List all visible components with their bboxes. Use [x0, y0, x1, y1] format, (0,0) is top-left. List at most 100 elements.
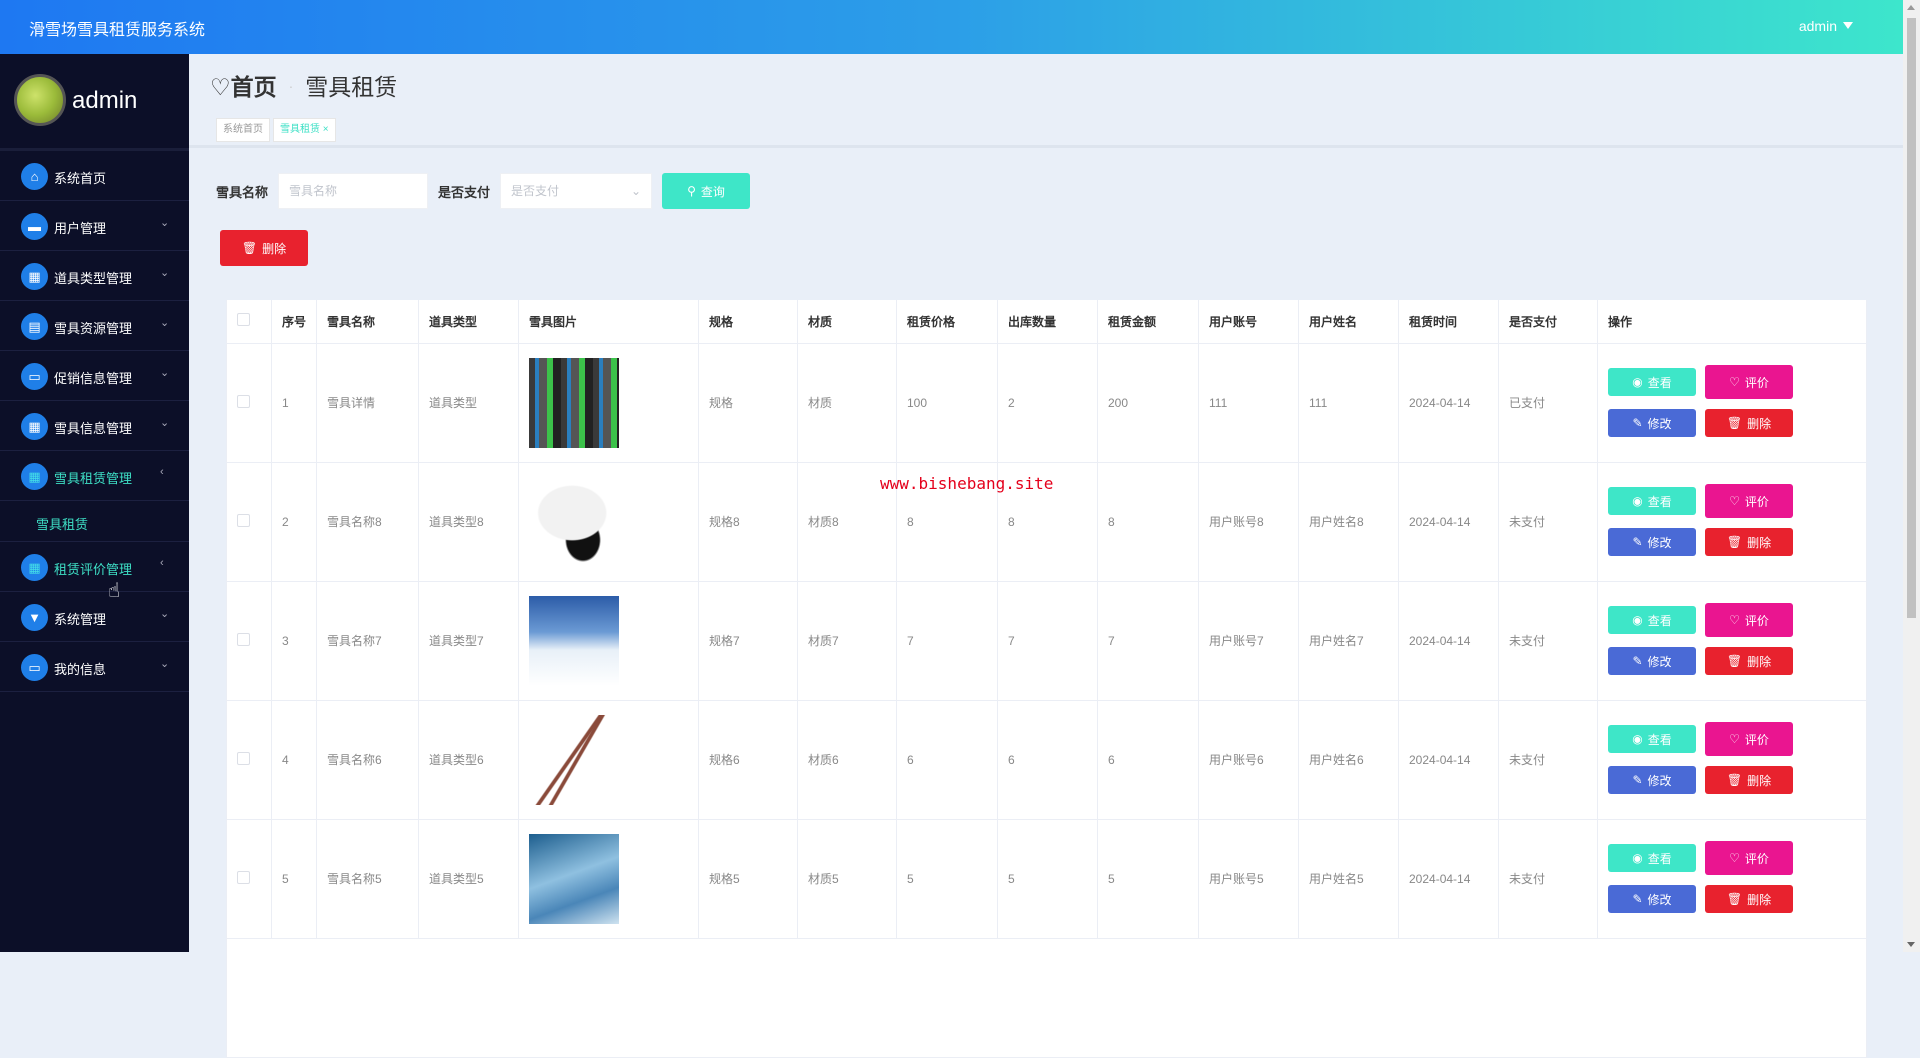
edit-button[interactable]: ✎ 修改	[1608, 766, 1696, 794]
trash-icon: 🗑	[1726, 416, 1743, 430]
top-header: 滑雪场雪具租赁服务系统 admin	[0, 0, 1903, 54]
delete-label: 删除	[1747, 416, 1772, 431]
scroll-down-icon[interactable]	[1907, 942, 1915, 947]
view-button[interactable]: ◉ 查看	[1608, 606, 1696, 634]
edit-button[interactable]: ✎ 修改	[1608, 409, 1696, 437]
sidebar-item-7[interactable]: ▦ 租赁评价管理 ‹	[0, 542, 189, 592]
tab-home[interactable]: 系统首页	[216, 118, 270, 142]
scroll-up-icon[interactable]	[1907, 5, 1915, 10]
view-button[interactable]: ◉ 查看	[1608, 725, 1696, 753]
delete-button[interactable]: 🗑 删除	[1705, 647, 1793, 675]
chevron-down-icon: ⌄	[160, 658, 170, 670]
sidebar-item-label: 系统管理	[54, 612, 107, 627]
table-cell: 5	[997, 818, 1098, 939]
rate-button[interactable]: ♡ 评价	[1705, 365, 1793, 399]
table-cell: 用户账号6	[1198, 699, 1299, 820]
row-checkbox[interactable]	[237, 870, 250, 884]
eye-icon: ◉	[1632, 375, 1643, 389]
hand-cursor-icon: ☝	[108, 580, 121, 602]
rate-button[interactable]: ♡ 评价	[1705, 484, 1793, 518]
divider	[189, 145, 1903, 148]
view-button[interactable]: ◉ 查看	[1608, 844, 1696, 872]
table-cell: 未支付	[1498, 699, 1598, 820]
row-select-cell	[226, 342, 272, 463]
table-cell: 2	[997, 342, 1098, 463]
row-checkbox[interactable]	[237, 513, 250, 527]
search-bar: 雪具名称 雪具名称 是否支付 是否支付 ⌄ ⚲ 查询	[216, 173, 751, 209]
row-checkbox[interactable]	[237, 394, 250, 408]
row-checkbox[interactable]	[237, 751, 250, 765]
sidebar-item-label: 雪具信息管理	[54, 421, 133, 436]
table-cell: 材质	[797, 342, 897, 463]
avatar	[14, 74, 66, 126]
batch-delete-button[interactable]: 🗑 删除	[220, 230, 308, 266]
column-header: 用户账号	[1198, 300, 1299, 344]
user-menu[interactable]: admin	[1799, 18, 1853, 34]
delete-button[interactable]: 🗑 删除	[1705, 885, 1793, 913]
column-header: 租赁金额	[1097, 300, 1199, 344]
row-select-cell	[226, 580, 272, 701]
delete-label: 删除	[1747, 773, 1772, 788]
delete-button[interactable]: 🗑 删除	[1705, 528, 1793, 556]
table-cell: 道具类型	[418, 342, 519, 463]
breadcrumb-home[interactable]: 首页	[231, 74, 277, 100]
view-button[interactable]: ◉ 查看	[1608, 487, 1696, 515]
view-label: 查看	[1647, 494, 1672, 509]
eye-icon: ◉	[1632, 732, 1643, 746]
rate-button[interactable]: ♡ 评价	[1705, 722, 1793, 756]
sidebar-item-0[interactable]: ⌂ 系统首页	[0, 151, 189, 201]
query-button[interactable]: ⚲ 查询	[662, 173, 751, 209]
sidebar-item-6[interactable]: ▦ 雪具租赁管理 ‹	[0, 451, 189, 501]
edit-icon: ✎	[1632, 654, 1643, 668]
table-cell: 道具类型8	[418, 461, 519, 582]
sidebar-item-8[interactable]: ▼ 系统管理 ⌄	[0, 592, 189, 642]
select-all-checkbox[interactable]	[237, 313, 250, 327]
table-cell: 用户账号5	[1198, 818, 1299, 939]
edit-button[interactable]: ✎ 修改	[1608, 647, 1696, 675]
heart-icon: ♡	[1729, 732, 1740, 746]
name-search-input[interactable]: 雪具名称	[278, 173, 429, 209]
home-icon: ⌂	[21, 163, 48, 190]
search-icon: ⚲	[687, 184, 696, 198]
page-scrollbar[interactable]	[1903, 0, 1920, 952]
edit-button[interactable]: ✎ 修改	[1608, 528, 1696, 556]
image-cell	[518, 818, 699, 939]
breadcrumb: ♡首页 · 雪具租赁	[210, 68, 397, 102]
sidebar-item-9[interactable]: ▭ 我的信息 ⌄	[0, 642, 189, 692]
table-cell: 7	[1097, 580, 1199, 701]
delete-button[interactable]: 🗑 删除	[1705, 409, 1793, 437]
pay-select[interactable]: 是否支付 ⌄	[500, 173, 653, 209]
sidebar-item-5[interactable]: ▦ 雪具信息管理 ⌄	[0, 401, 189, 451]
tab-rental[interactable]: 雪具租赁 ×	[273, 118, 336, 142]
column-header: 雪具图片	[518, 300, 699, 344]
heart-icon: ♡	[1729, 613, 1740, 627]
table-cell: 用户账号8	[1198, 461, 1299, 582]
trash-icon: 🗑	[241, 241, 258, 255]
pay-select-placeholder: 是否支付	[511, 184, 560, 198]
sidebar-item-1[interactable]: ▬ 用户管理 ⌄	[0, 201, 189, 251]
actions-cell: ◉ 查看 ♡ 评价 ✎ 修改 🗑 删除	[1597, 461, 1867, 582]
view-button[interactable]: ◉ 查看	[1608, 368, 1696, 396]
rate-button[interactable]: ♡ 评价	[1705, 603, 1793, 637]
edit-button[interactable]: ✎ 修改	[1608, 885, 1696, 913]
sidebar-item-3[interactable]: ▤ 雪具资源管理 ⌄	[0, 301, 189, 351]
delete-button[interactable]: 🗑 删除	[1705, 766, 1793, 794]
table-cell: 道具类型7	[418, 580, 519, 701]
sidebar: admin ⌂ 系统首页 ▬ 用户管理 ⌄ ▦ 道具类型管理 ⌄ ▤ 雪具资源管理 ⌄ ▭ 促销信息管理…	[0, 54, 189, 952]
briefcase-icon: ▬	[21, 213, 48, 240]
image-cell	[518, 580, 699, 701]
chevron-down-icon: ⌄	[160, 608, 170, 620]
submenu-item-rental[interactable]: 雪具租赁	[0, 501, 189, 542]
sidebar-item-4[interactable]: ▭ 促销信息管理 ⌄	[0, 351, 189, 401]
scrollbar-thumb[interactable]	[1907, 18, 1916, 618]
delete-label: 删除	[1747, 654, 1772, 669]
row-checkbox[interactable]	[237, 632, 250, 646]
table-cell: 用户姓名6	[1298, 699, 1399, 820]
sidebar-item-2[interactable]: ▦ 道具类型管理 ⌄	[0, 251, 189, 301]
row-select-cell	[226, 461, 272, 582]
sidebar-item-label: 道具类型管理	[54, 271, 133, 286]
image-cell	[518, 699, 699, 820]
table-cell: 5	[271, 818, 317, 939]
rate-button[interactable]: ♡ 评价	[1705, 841, 1793, 875]
table-cell: 6	[997, 699, 1098, 820]
